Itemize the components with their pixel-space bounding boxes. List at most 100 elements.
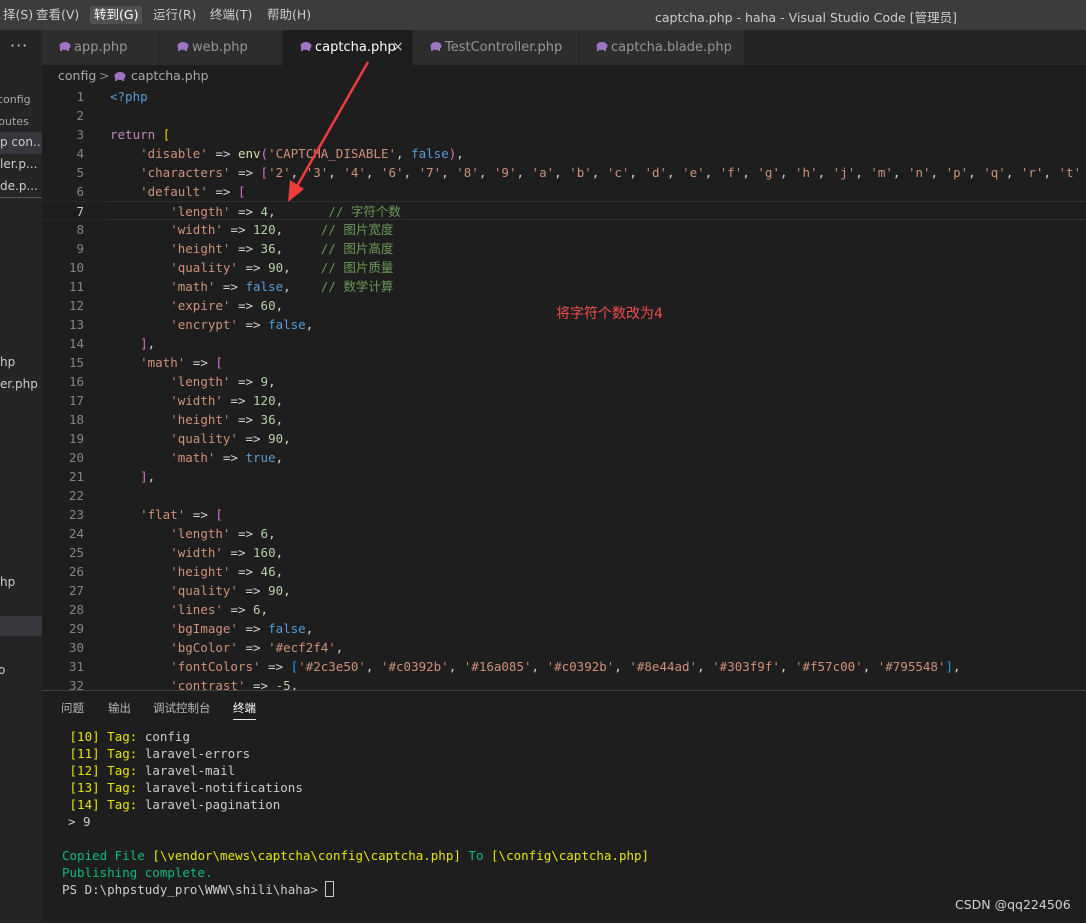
code-line: 31 'fontColors' => ['#2c3e50', '#c0392b'…: [42, 657, 1086, 676]
php-elephant-icon: [59, 42, 71, 51]
terminal-line: [10] Tag: config: [62, 728, 190, 745]
tab-app-php[interactable]: app.php: [42, 30, 160, 65]
code-line: 16 'length' => 9,: [42, 372, 1086, 391]
line-number: 8: [76, 222, 84, 237]
tab-testcontroller-php[interactable]: TestController.php: [413, 30, 579, 65]
code-line: 18 'height' => 36,: [42, 410, 1086, 429]
breadcrumb: config > captcha.php: [42, 65, 1086, 87]
copied-source: [\vendor\mews\captcha\config\captcha.php…: [152, 848, 461, 863]
tab-web-php[interactable]: web.php: [160, 30, 283, 65]
code-editor[interactable]: 1 <?php 2 3 return [ 4 'disable' => env('C…: [42, 87, 1086, 690]
tab-label: captcha.blade.php: [611, 40, 732, 55]
explorer-divider: [0, 197, 42, 198]
explorer-item-o[interactable]: o: [0, 663, 5, 677]
prompt-text: PS D:\phpstudy_pro\WWW\shili\haha>: [62, 882, 326, 897]
code-text: 'math' => true,: [170, 450, 284, 465]
code-text: 'width' => 160,: [170, 545, 284, 560]
code-text: 'lines' => 6,: [170, 602, 269, 617]
explorer-item-captcha[interactable]: p con...: [0, 135, 42, 149]
line-number: 17: [68, 393, 84, 408]
line-number: 31: [68, 659, 84, 674]
code-text: 'encrypt' => false,: [170, 317, 314, 332]
terminal-prompt[interactable]: PS D:\phpstudy_pro\WWW\shili\haha>: [62, 881, 335, 898]
tag-number: [10]: [69, 729, 100, 744]
explorer-sidebar: ··· config routes p con... ler.p... de.p…: [0, 30, 42, 922]
code-text: 'length' => 6,: [170, 526, 276, 541]
menu-goto[interactable]: 转到(G): [90, 6, 143, 24]
menu-help[interactable]: 帮助(H): [263, 6, 315, 24]
line-number: 11: [68, 279, 84, 294]
close-icon[interactable]: ×: [392, 39, 404, 55]
line-number: 12: [68, 298, 84, 313]
explorer-item-php-a[interactable]: hp: [0, 355, 15, 369]
code-text: ],: [140, 469, 156, 484]
terminal-publishing: Publishing complete.: [62, 865, 213, 880]
tab-captcha-php[interactable]: captcha.php ×: [283, 30, 413, 65]
explorer-item-controller[interactable]: ler.p...: [0, 157, 37, 171]
terminal-line: [13] Tag: laravel-notifications: [62, 779, 303, 796]
code-line: 1 <?php: [42, 87, 1086, 106]
line-number: 27: [68, 583, 84, 598]
code-text: 'characters' => ['2', '3', '4', '6', '7'…: [140, 165, 1082, 180]
tab-label: web.php: [192, 40, 248, 55]
editor-tab-bar: app.php web.php captcha.php × TestContro…: [42, 30, 1086, 65]
menu-view[interactable]: 查看(V): [32, 6, 83, 24]
tab-terminal[interactable]: 终端: [233, 700, 256, 720]
code-text: 'width' => 120, // 图片宽度: [170, 222, 394, 237]
line-number: 9: [76, 241, 84, 256]
php-elephant-icon: [430, 42, 442, 51]
code-line-current: 7 'length' => 4, // 字符个数: [42, 201, 1086, 220]
tag-number: [14]: [69, 797, 100, 812]
code-text: 'quality' => 90,: [170, 431, 291, 446]
tab-problems[interactable]: 问题: [61, 700, 84, 716]
tag-label: Tag:: [107, 763, 138, 778]
code-text: 'quality' => 90, // 图片质量: [170, 260, 394, 275]
code-text: <?php: [110, 89, 148, 104]
line-number: 14: [68, 336, 84, 351]
window-title: captcha.php - haha - Visual Studio Code …: [655, 10, 957, 25]
explorer-item-php-b[interactable]: hp: [0, 575, 15, 589]
code-line: 24 'length' => 6,: [42, 524, 1086, 543]
explorer-item-controller-php[interactable]: er.php: [0, 377, 38, 391]
line-number: 6: [76, 184, 84, 199]
breadcrumb-file[interactable]: captcha.php: [131, 68, 209, 83]
code-line: 8 'width' => 120, // 图片宽度: [42, 220, 1086, 239]
code-text: 'math' => [: [140, 355, 223, 370]
line-number: 4: [76, 146, 84, 161]
menu-terminal[interactable]: 终端(T): [206, 6, 256, 24]
line-number: 16: [68, 374, 84, 389]
code-text: 'width' => 120,: [170, 393, 284, 408]
code-line: 22: [42, 486, 1086, 505]
code-text: 'bgImage' => false,: [170, 621, 314, 636]
tag-number: [11]: [69, 746, 100, 761]
tab-debug-console[interactable]: 调试控制台: [153, 700, 211, 716]
line-number: 22: [68, 488, 84, 503]
explorer-item-routes[interactable]: routes: [0, 115, 29, 128]
tab-captcha-blade-php[interactable]: captcha.blade.php: [579, 30, 745, 65]
code-line: 11 'math' => false, // 数学计算: [42, 277, 1086, 296]
code-text: 'math' => false, // 数学计算: [170, 279, 394, 294]
terminal-line: [12] Tag: laravel-mail: [62, 762, 236, 779]
line-number: 10: [68, 260, 84, 275]
more-actions-icon[interactable]: ···: [10, 36, 28, 55]
code-text: 'height' => 46,: [170, 564, 284, 579]
code-line: 32 'contrast' => -5,: [42, 676, 1086, 690]
tag-label: Tag:: [107, 746, 138, 761]
tag-label: Tag:: [107, 780, 138, 795]
menu-run[interactable]: 运行(R): [149, 6, 200, 24]
explorer-item-blade[interactable]: de.p...: [0, 179, 38, 193]
breadcrumb-separator: >: [99, 68, 110, 83]
tag-label: Tag:: [107, 797, 138, 812]
php-elephant-icon: [596, 42, 608, 51]
tag-number: [13]: [69, 780, 100, 795]
line-number: 13: [68, 317, 84, 332]
breadcrumb-folder[interactable]: config: [58, 68, 96, 83]
tab-output[interactable]: 输出: [108, 700, 131, 716]
copied-dest: [\config\captcha.php]: [491, 848, 650, 863]
code-line: 23 'flat' => [: [42, 505, 1086, 524]
code-line: 2: [42, 106, 1086, 125]
line-number: 24: [68, 526, 84, 541]
line-number: 15: [68, 355, 84, 370]
line-number: 5: [76, 165, 84, 180]
explorer-item-config[interactable]: config: [0, 93, 31, 106]
